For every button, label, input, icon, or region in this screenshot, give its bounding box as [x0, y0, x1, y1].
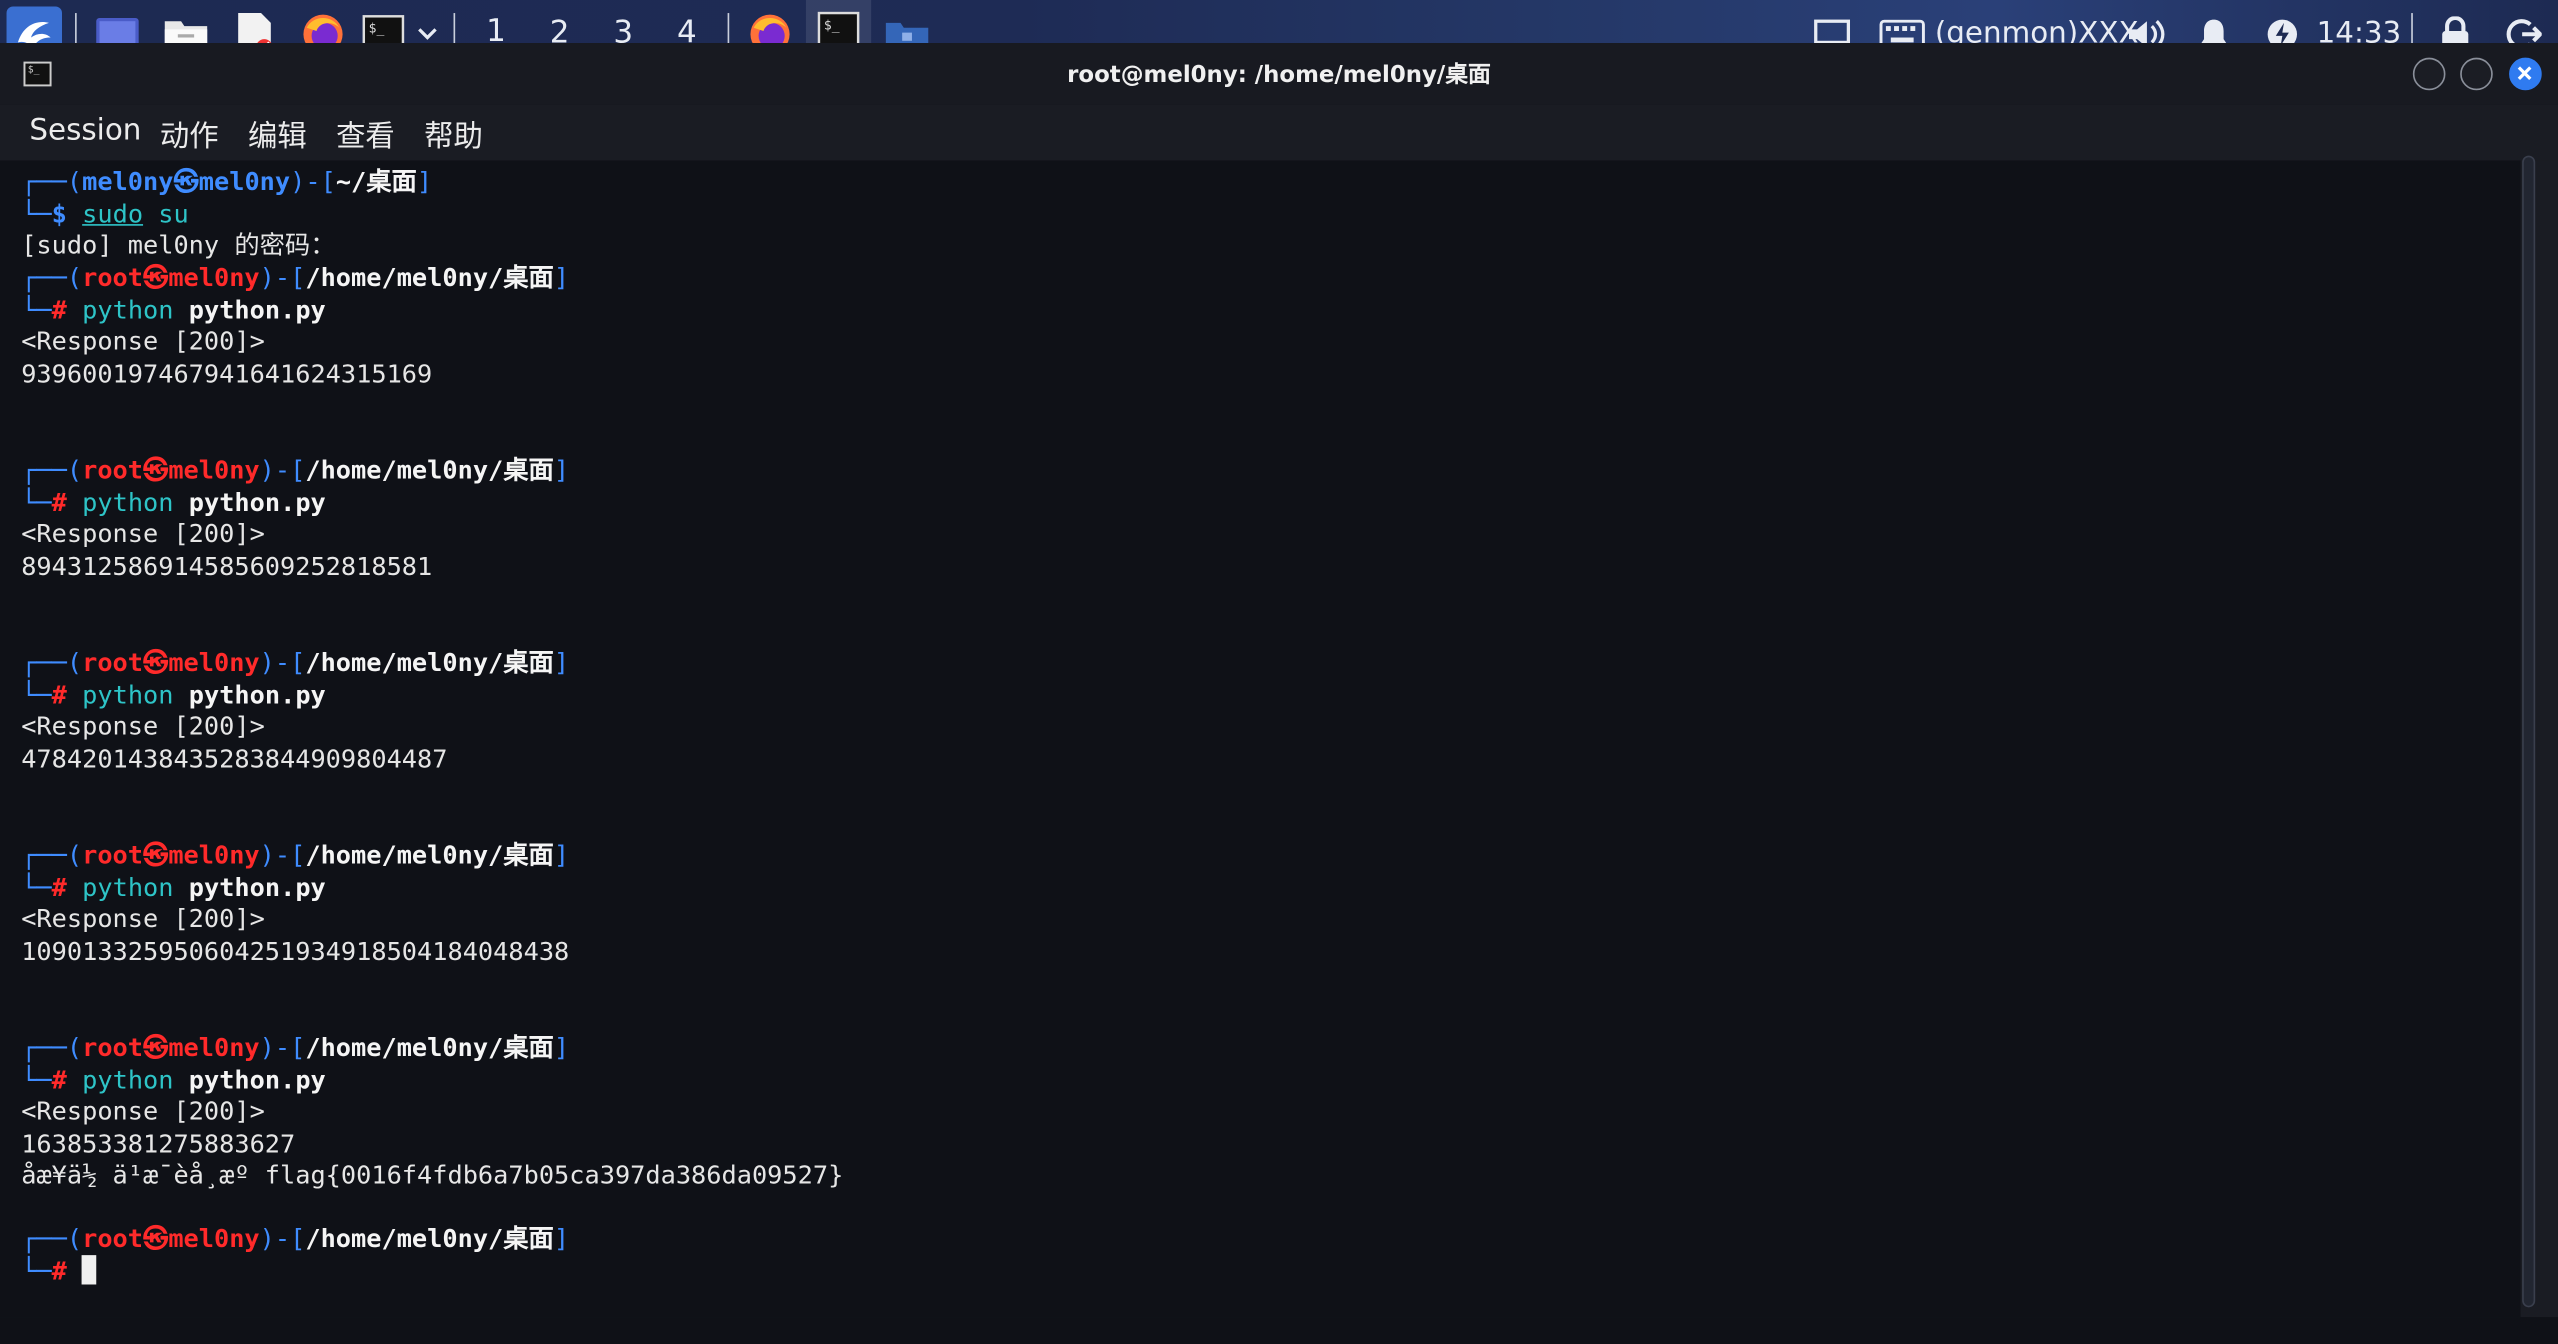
svg-text:$_: $_	[369, 22, 385, 37]
terminal-scrollbar[interactable]	[2522, 155, 2536, 1308]
command-line: └─# python python.py	[21, 873, 326, 903]
prompt-line: ┌──(root㉿mel0ny)-[/home/mel0ny/桌面]	[21, 455, 570, 486]
command-line: └─# python python.py	[21, 488, 326, 518]
window-title: root@mel0ny: /home/mel0ny/桌面	[1067, 62, 1491, 89]
output-line: 939600197467941641624315169	[21, 359, 433, 389]
maximize-button[interactable]	[2460, 57, 2493, 91]
menu-help[interactable]: 帮助	[424, 113, 483, 155]
menu-view[interactable]: 查看	[336, 113, 395, 155]
command-line: └─# python python.py	[21, 680, 326, 711]
menu-bar: Session 动作 编辑 查看 帮助	[0, 104, 2558, 161]
minimize-button[interactable]	[2412, 57, 2446, 91]
menu-session[interactable]: Session	[29, 113, 141, 147]
text-cursor	[82, 1255, 97, 1285]
response-line: <Response [200]>	[21, 904, 265, 934]
response-line: <Response [200]>	[21, 1096, 265, 1127]
sudo-prompt: [sudo] mel0ny 的密码：	[21, 230, 336, 260]
output-line: 894312586914585609252818581	[21, 551, 433, 582]
response-line: <Response [200]>	[21, 326, 265, 357]
response-line: <Response [200]>	[21, 519, 265, 549]
prompt-line: ┌──(root㉿mel0ny)-[/home/mel0ny/桌面]	[21, 1224, 570, 1254]
command-line[interactable]: └─#	[21, 1255, 97, 1288]
prompt-line: ┌──(root㉿mel0ny)-[/home/mel0ny/桌面]	[21, 1033, 570, 1063]
prompt-line: ┌──(mel0ny㉿mel0ny)-[~/桌面]	[21, 166, 433, 197]
prompt-line: ┌──(root㉿mel0ny)-[/home/mel0ny/桌面]	[21, 648, 570, 678]
menu-actions[interactable]: 动作	[160, 113, 219, 155]
flag-line: åæ¥ä½ ä¹æ¯èå¸æº flag{0016f4fdb6a7b05ca39…	[21, 1160, 844, 1190]
svg-text:$_: $_	[824, 18, 840, 33]
close-icon	[2517, 66, 2532, 81]
output-line: 163853381275883627	[21, 1129, 296, 1159]
menu-edit[interactable]: 编辑	[248, 113, 307, 155]
title-bar[interactable]: $_ root@mel0ny: /home/mel0ny/桌面	[0, 43, 2558, 105]
prompt-line: ┌──(root㉿mel0ny)-[/home/mel0ny/桌面]	[21, 263, 570, 293]
output-line: 109013325950604251934918504184048438	[21, 937, 570, 967]
prompt-line: ┌──(root㉿mel0ny)-[/home/mel0ny/桌面]	[21, 840, 570, 871]
command-line: └─# python python.py	[21, 295, 326, 326]
terminal-output[interactable]	[0, 160, 2521, 1318]
command-line: └─# python python.py	[21, 1065, 326, 1096]
output-line: 4784201438435283844909804487	[21, 744, 448, 774]
command-line: └─$ sudo su	[21, 199, 189, 229]
terminal-window: $_ root@mel0ny: /home/mel0ny/桌面 Session …	[0, 43, 2558, 1318]
close-button[interactable]	[2509, 57, 2542, 91]
response-line: <Response [200]>	[21, 711, 265, 742]
